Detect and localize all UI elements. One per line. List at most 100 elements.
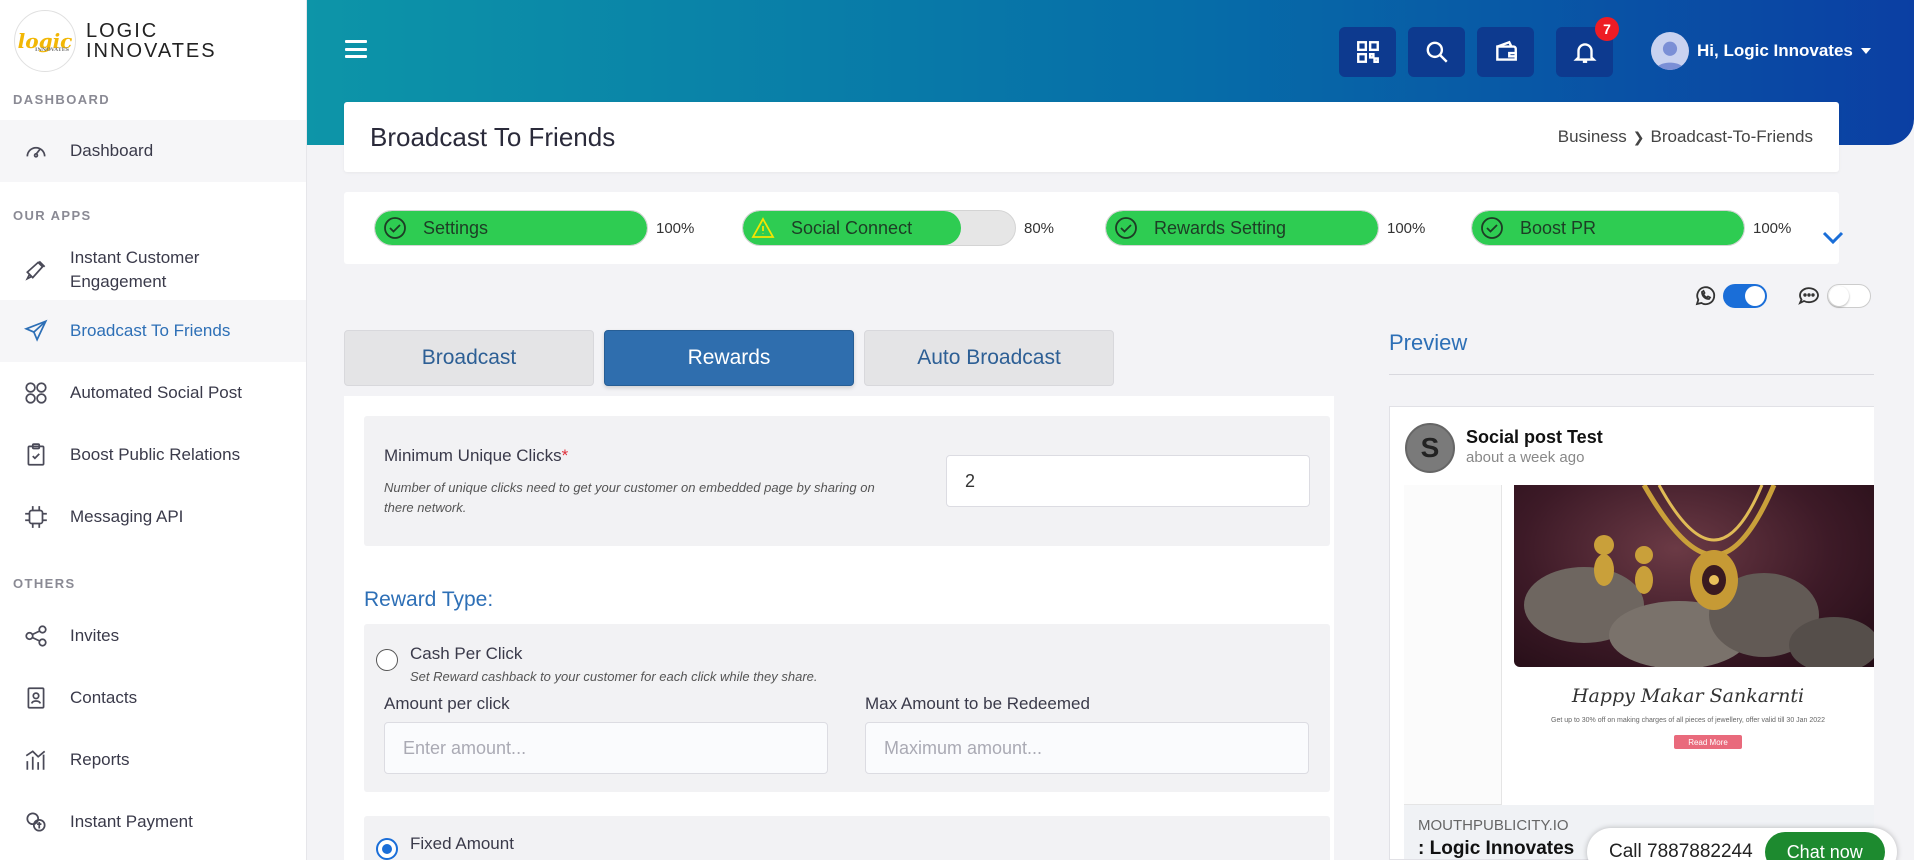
whatsapp-icon [1695, 286, 1716, 306]
chat-widget[interactable]: Call 7887882244 Chat now [1587, 828, 1897, 860]
social-grid-icon [22, 379, 50, 407]
api-chip-icon [22, 503, 50, 531]
sidebar-item-boost-public-relations[interactable]: Boost Public Relations [0, 424, 306, 486]
creative-subtitle: Get up to 30% off on making charges of a… [1551, 717, 1825, 724]
sidebar-item-label: Invites [70, 626, 120, 645]
jewellery-photo [1514, 485, 1874, 667]
preview-divider [1389, 374, 1874, 375]
brand-name-line2: INNOVATES [86, 40, 217, 62]
progress-bar: Settings [374, 210, 648, 246]
section-dashboard: DASHBOARD [13, 92, 111, 107]
progress-label: Boost PR [1520, 217, 1597, 238]
brand-name: LOGIC INNOVATES [86, 21, 217, 61]
tab-rewards[interactable]: Rewards [604, 330, 854, 386]
hamburger-menu-icon[interactable] [345, 40, 367, 58]
post-author-name: Social post Test [1466, 427, 1603, 447]
amount-per-click-input[interactable]: Enter amount... [384, 722, 828, 774]
progress-rewards-setting[interactable]: Rewards Setting 100% [1105, 210, 1425, 246]
page-title: Broadcast To Friends [370, 121, 616, 152]
creative-title: Happy Makar Sankarnti [1571, 685, 1805, 707]
progress-percent: 80% [1024, 219, 1055, 237]
chevron-down-icon[interactable] [1822, 230, 1844, 251]
tab-broadcast[interactable]: Broadcast [344, 330, 594, 386]
brand-logo-sub: INNOVATES [35, 47, 69, 53]
cash-per-click-radio[interactable] [376, 649, 398, 671]
sidebar-item-reports[interactable]: Reports [0, 729, 306, 791]
speedometer-icon [22, 137, 50, 165]
paper-plane-icon [22, 317, 50, 345]
user-greeting: Hi, Logic Innovates [1697, 41, 1853, 60]
progress-social-connect[interactable]: Social Connect 80% [742, 210, 1054, 246]
max-amount-label: Max Amount to be Redeemed [865, 694, 1090, 713]
sidebar-item-instant-payment[interactable]: Instant Payment [0, 791, 306, 853]
sidebar-item-invites[interactable]: Invites [0, 605, 306, 667]
setup-progress-panel: Settings 100% Social Connect 80% Rewards… [344, 192, 1844, 264]
sidebar-item-dashboard[interactable]: Dashboard [0, 120, 306, 182]
search-button[interactable] [1408, 27, 1465, 77]
whatsapp-toggle-group [1693, 284, 1767, 308]
cash-per-click-block: Cash Per Click Set Reward cashback to yo… [364, 624, 1330, 792]
clipboard-icon [22, 441, 50, 469]
wallet-icon [1495, 40, 1517, 61]
chat-phone[interactable]: Call 7887882244 [1609, 841, 1753, 860]
section-apps: OUR APPS [13, 208, 92, 223]
qr-code-button[interactable] [1339, 27, 1396, 77]
chat-now-button[interactable]: Chat now [1764, 832, 1885, 860]
sms-toggle[interactable] [1827, 284, 1871, 308]
required-mark: * [561, 446, 569, 465]
notifications-button[interactable]: 7 [1556, 17, 1619, 77]
sidebar-item-label: Broadcast To Friends [70, 321, 231, 340]
progress-percent: 100% [656, 219, 695, 237]
sidebar-item-instant-customer-engagement[interactable]: Instant Customer Engagement [0, 240, 306, 300]
post-timestamp: about a week ago [1466, 449, 1585, 466]
wallet-button[interactable] [1477, 27, 1534, 77]
amount-per-click-label: Amount per click [384, 694, 510, 713]
megaphone-icon [22, 256, 50, 284]
min-clicks-input[interactable]: 2 [946, 455, 1310, 507]
progress-settings[interactable]: Settings 100% [374, 210, 694, 246]
jewellery-illustration [1524, 485, 1874, 667]
sidebar-item-broadcast-to-friends[interactable]: Broadcast To Friends [0, 300, 306, 362]
sidebar-item-contacts[interactable]: Contacts [0, 667, 306, 729]
max-amount-input[interactable]: Maximum amount... [865, 722, 1309, 774]
payment-icon [22, 808, 50, 836]
sidebar-item-automated-social-post[interactable]: Automated Social Post [0, 362, 306, 424]
fixed-amount-block: Fixed Amount [364, 816, 1330, 860]
caret-down-icon [1860, 48, 1871, 54]
breadcrumb-parent[interactable]: Business [1558, 127, 1627, 147]
section-others: OTHERS [13, 576, 76, 591]
social-post-preview: S Social post Test about a week ago Happ… [1389, 406, 1874, 860]
cash-per-click-label[interactable]: Cash Per Click [410, 644, 522, 664]
progress-label: Settings [423, 217, 489, 238]
contact-book-icon [22, 684, 50, 712]
check-circle-icon [1481, 217, 1503, 239]
brand-name-line1: LOGIC [86, 20, 159, 42]
sidebar-item-label: Messaging API [70, 507, 184, 526]
fixed-amount-radio[interactable] [376, 838, 398, 860]
post-media: Happy Makar Sankarnti Get up to 30% off … [1404, 485, 1874, 805]
progress-boost-pr[interactable]: Boost PR 100% [1471, 210, 1791, 246]
user-menu[interactable]: Hi, Logic Innovates [1651, 32, 1871, 70]
breadcrumb-current: Broadcast-To-Friends [1650, 127, 1813, 146]
tab-auto-broadcast[interactable]: Auto Broadcast [864, 330, 1114, 386]
chat-bubble-icon [1798, 287, 1819, 305]
user-avatar-icon [1655, 41, 1685, 70]
avatar [1651, 32, 1689, 70]
share-nodes-icon [22, 622, 50, 650]
whatsapp-toggle[interactable] [1723, 284, 1767, 308]
progress-percent: 100% [1387, 219, 1426, 237]
check-circle-icon [1115, 217, 1137, 239]
brand[interactable]: logic INNOVATES LOGIC INNOVATES [14, 10, 217, 72]
sidebar-item-label: Instant Customer Engagement [70, 248, 200, 291]
sidebar: logic INNOVATES LOGIC INNOVATES DASHBOAR… [0, 0, 307, 860]
sidebar-item-messaging-api[interactable]: Messaging API [0, 486, 306, 548]
breadcrumb: Business ❯ Broadcast-To-Friends [1558, 127, 1813, 147]
qr-code-icon [1356, 41, 1379, 63]
progress-label: Rewards Setting [1154, 217, 1287, 238]
search-icon [1426, 41, 1448, 63]
progress-bar: Social Connect [742, 210, 1016, 246]
fixed-amount-label[interactable]: Fixed Amount [410, 834, 514, 854]
chevron-right-icon: ❯ [1632, 128, 1645, 145]
progress-bar: Rewards Setting [1105, 210, 1379, 246]
bell-icon [1572, 43, 1597, 63]
